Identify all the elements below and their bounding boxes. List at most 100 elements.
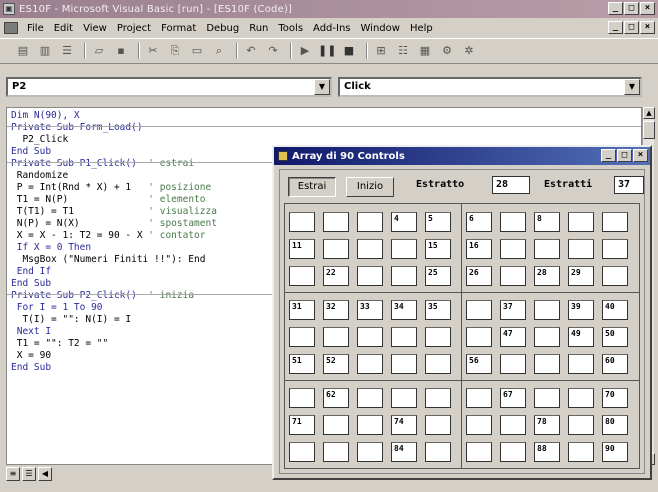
number-cell[interactable] <box>289 388 315 408</box>
number-cell[interactable] <box>357 354 383 374</box>
number-cell[interactable]: 25 <box>425 266 451 286</box>
number-cell[interactable] <box>500 239 526 259</box>
number-cell[interactable]: 84 <box>391 442 417 462</box>
add-form-icon[interactable]: ▥ <box>36 43 54 59</box>
form-layout-icon[interactable]: ▦ <box>416 43 434 59</box>
number-cell[interactable]: 32 <box>323 300 349 320</box>
number-cell[interactable] <box>568 239 594 259</box>
number-cell[interactable] <box>391 327 417 347</box>
number-cell[interactable] <box>534 327 560 347</box>
maximize-button[interactable]: □ <box>624 2 639 15</box>
code-line[interactable]: MsgBox ("Numeri Finiti !!"): End <box>11 254 205 266</box>
number-cell[interactable] <box>500 415 526 435</box>
number-cell[interactable]: 52 <box>323 354 349 374</box>
number-cell[interactable]: 34 <box>391 300 417 320</box>
code-line[interactable]: If X = 0 Then <box>11 242 91 254</box>
project-explorer-icon[interactable]: ⊞ <box>372 43 390 59</box>
number-cell[interactable] <box>357 266 383 286</box>
number-cell[interactable]: 29 <box>568 266 594 286</box>
code-line[interactable]: Private Sub P2_Click() ' inizia <box>11 290 194 302</box>
number-cell[interactable]: 4 <box>391 212 417 232</box>
stop-icon[interactable]: ■ <box>340 43 358 59</box>
number-cell[interactable] <box>500 266 526 286</box>
number-cell[interactable]: 71 <box>289 415 315 435</box>
find-icon[interactable]: ⌕ <box>210 43 228 59</box>
procedure-combo[interactable]: Click ▼ <box>338 77 642 97</box>
menu-tools[interactable]: Tools <box>273 23 308 34</box>
number-cell[interactable]: 50 <box>602 327 628 347</box>
code-line[interactable]: End Sub <box>11 146 51 158</box>
number-cell[interactable] <box>425 415 451 435</box>
number-cell[interactable]: 80 <box>602 415 628 435</box>
number-cell[interactable] <box>391 388 417 408</box>
run-icon[interactable]: ▶ <box>296 43 314 59</box>
number-cell[interactable] <box>357 415 383 435</box>
number-cell[interactable] <box>602 239 628 259</box>
extract-button[interactable]: Estrai <box>288 177 336 197</box>
code-line[interactable]: P = Int(Rnd * X) + 1 ' posizione <box>11 182 211 194</box>
number-cell[interactable] <box>391 266 417 286</box>
code-line[interactable]: T(T1) = T1 ' visualizza <box>11 206 217 218</box>
number-cell[interactable]: 70 <box>602 388 628 408</box>
menu-add-ins[interactable]: Add-Ins <box>308 23 355 34</box>
code-line[interactable]: Private Sub Form_Load() <box>11 122 143 134</box>
menu-help[interactable]: Help <box>405 23 438 34</box>
form-maximize-button[interactable]: □ <box>617 149 632 162</box>
code-line[interactable]: Private Sub P1_Click() ' estrai <box>11 158 194 170</box>
code-line[interactable]: End Sub <box>11 362 51 374</box>
form-minimize-button[interactable]: _ <box>601 149 616 162</box>
number-cell[interactable] <box>500 354 526 374</box>
code-line[interactable]: T1 = N(P) ' elemento <box>11 194 206 206</box>
close-button[interactable]: × <box>640 2 655 15</box>
number-cell[interactable]: 47 <box>500 327 526 347</box>
chevron-down-icon[interactable]: ▼ <box>314 79 330 95</box>
code-line[interactable]: X = X - 1: T2 = 90 - X ' contator <box>11 230 206 242</box>
number-cell[interactable]: 15 <box>425 239 451 259</box>
number-cell[interactable] <box>500 442 526 462</box>
number-cell[interactable]: 78 <box>534 415 560 435</box>
number-cell[interactable] <box>466 442 492 462</box>
pause-icon[interactable]: ❚❚ <box>318 43 336 59</box>
menu-window[interactable]: Window <box>356 23 405 34</box>
code-line[interactable]: X = 90 <box>11 350 51 362</box>
number-cell[interactable] <box>289 212 315 232</box>
number-cell[interactable] <box>357 388 383 408</box>
number-cell[interactable] <box>466 388 492 408</box>
full-module-view-icon[interactable]: ☰ <box>22 467 36 481</box>
start-button[interactable]: Inizio <box>346 177 394 197</box>
number-cell[interactable] <box>391 354 417 374</box>
code-line[interactable]: Dim N(90), X <box>11 110 80 122</box>
menu-run[interactable]: Run <box>244 23 273 34</box>
number-cell[interactable] <box>466 415 492 435</box>
number-cell[interactable] <box>357 442 383 462</box>
number-cell[interactable] <box>323 239 349 259</box>
number-cell[interactable]: 39 <box>568 300 594 320</box>
number-cell[interactable]: 37 <box>500 300 526 320</box>
menu-format[interactable]: Format <box>156 23 201 34</box>
number-cell[interactable] <box>323 212 349 232</box>
child-minimize-button[interactable]: _ <box>608 21 623 34</box>
number-cell[interactable]: 5 <box>425 212 451 232</box>
scroll-left-icon[interactable]: ◀ <box>38 467 52 481</box>
code-line[interactable]: T(I) = "": N(I) = I <box>11 314 131 326</box>
number-cell[interactable]: 74 <box>391 415 417 435</box>
code-line[interactable]: End If <box>11 266 51 278</box>
number-cell[interactable]: 88 <box>534 442 560 462</box>
minimize-button[interactable]: _ <box>608 2 623 15</box>
number-cell[interactable]: 8 <box>534 212 560 232</box>
code-line[interactable]: P2_Click <box>11 134 68 146</box>
number-cell[interactable] <box>568 442 594 462</box>
menu-project[interactable]: Project <box>112 23 156 34</box>
code-line[interactable]: Next I <box>11 326 51 338</box>
number-cell[interactable]: 35 <box>425 300 451 320</box>
number-cell[interactable]: 51 <box>289 354 315 374</box>
scroll-up-icon[interactable]: ▲ <box>643 107 655 119</box>
number-cell[interactable]: 6 <box>466 212 492 232</box>
code-line[interactable]: Randomize <box>11 170 68 182</box>
number-cell[interactable] <box>289 327 315 347</box>
paste-icon[interactable]: ▭ <box>188 43 206 59</box>
number-cell[interactable]: 67 <box>500 388 526 408</box>
number-cell[interactable] <box>534 239 560 259</box>
number-cell[interactable]: 31 <box>289 300 315 320</box>
number-cell[interactable] <box>357 327 383 347</box>
